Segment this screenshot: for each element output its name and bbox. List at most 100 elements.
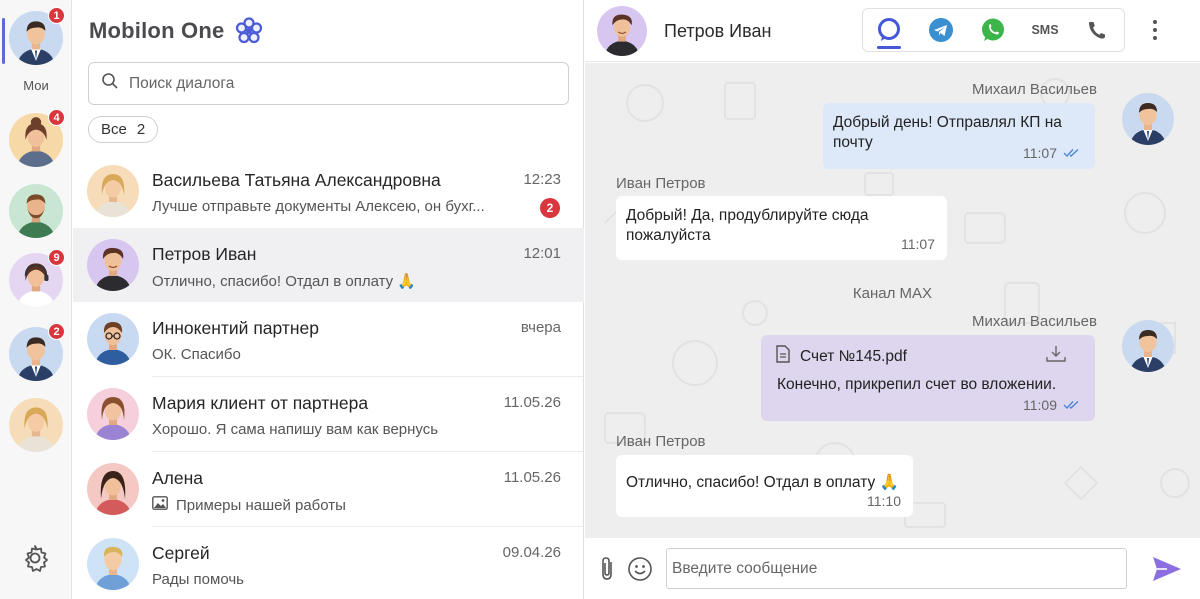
blond-man-avatar — [87, 538, 139, 590]
message-text: Добрый день! Отправлял КП на — [833, 114, 1062, 131]
brand-title: Mobilon One — [89, 18, 225, 43]
rail-account-3[interactable] — [9, 184, 63, 238]
search-box[interactable] — [88, 62, 569, 105]
ivan-avatar[interactable] — [597, 6, 647, 56]
download-icon[interactable] — [1045, 345, 1067, 369]
chat-panel: Петров Иван SMS Михаил Васильев Добрый д… — [585, 0, 1200, 599]
dialog-preview: ОК. Спасибо — [152, 346, 241, 363]
flower-logo-icon — [234, 16, 264, 46]
dialog-list-panel: Mobilon One Все 2 Васильева Татьяна Алек… — [73, 0, 584, 599]
message-time: 11:09 — [1023, 397, 1057, 413]
woman-avatar — [87, 388, 139, 440]
woman-dark-hair-avatar — [87, 463, 139, 515]
gear-icon[interactable] — [20, 543, 50, 573]
dialog-time: 09.04.26 — [502, 544, 561, 561]
telegram-icon[interactable] — [915, 9, 967, 51]
active-indicator — [2, 18, 5, 64]
brand: Mobilon One — [89, 16, 264, 46]
phone-icon[interactable] — [1071, 9, 1123, 51]
dialog-preview: Отлично, спасибо! Отдал в оплату 🙏 — [152, 273, 417, 290]
dialog-name: Васильева Татьяна Александровна — [152, 170, 441, 190]
blonde-woman-avatar — [9, 398, 63, 452]
max-icon[interactable] — [863, 9, 915, 51]
incoming-message[interactable]: Добрый! Да, продублируйте сюда пожалуйст… — [616, 196, 947, 260]
double-check-icon — [1063, 143, 1083, 163]
filter-label: Все — [101, 121, 127, 138]
man-glasses-avatar — [87, 313, 139, 365]
ivan-avatar — [87, 239, 139, 291]
unread-badge: 9 — [48, 249, 65, 266]
emoji-icon[interactable] — [627, 556, 653, 582]
rail-account-6[interactable] — [9, 398, 63, 452]
channel-note: Канал MAX — [852, 285, 933, 302]
dialog-item-vasilieva[interactable]: Васильева Татьяна Александровна 12:23 Лу… — [73, 154, 584, 228]
search-input[interactable] — [129, 74, 549, 93]
message-composer — [585, 538, 1200, 599]
dialog-item-petrov[interactable]: Петров Иван 12:01 Отлично, спасибо! Отда… — [73, 228, 584, 302]
message-area: Михаил Васильев Добрый день! Отправлял К… — [585, 63, 1200, 538]
outgoing-file-message[interactable]: Счет №145.pdf Конечно, прикрепил счет во… — [761, 335, 1095, 421]
filter-all-chip[interactable]: Все 2 — [88, 116, 159, 143]
sms-channel[interactable]: SMS — [1019, 9, 1071, 51]
dialog-name: Иннокентий партнер — [152, 318, 320, 338]
dialog-name: Сергей — [152, 543, 210, 563]
dialog-preview: Хорошо. Я сама напишу вам как вернусь — [152, 421, 439, 438]
paperclip-icon[interactable] — [597, 556, 619, 582]
mikhail-avatar — [1122, 320, 1174, 372]
dialog-item-innokentiy[interactable]: Иннокентий партнер вчера ОК. Спасибо — [73, 302, 584, 376]
dialog-time: 11.05.26 — [503, 469, 561, 486]
dialog-time: 11.05.26 — [503, 394, 561, 411]
message-time: 11:07 — [1023, 145, 1057, 161]
chat-header: Петров Иван SMS — [585, 0, 1200, 62]
message-time: 11:07 — [901, 236, 935, 252]
message-input[interactable] — [666, 548, 1127, 589]
unread-badge: 2 — [48, 323, 65, 340]
rail-account-4[interactable]: 9 — [9, 249, 65, 307]
message-sender: Иван Петров — [616, 175, 706, 192]
dialog-name: Петров Иван — [152, 244, 257, 264]
message-sender: Михаил Васильев — [972, 81, 1097, 98]
send-icon[interactable] — [1151, 555, 1183, 583]
file-attachment[interactable]: Счет №145.pdf — [776, 345, 1085, 369]
rail-account-5[interactable]: 2 — [9, 323, 65, 381]
message-time: 11:10 — [867, 493, 901, 509]
dialog-name: Мария клиент от партнера — [152, 393, 369, 413]
filter-count: 2 — [136, 121, 146, 138]
chat-title: Петров Иван — [664, 21, 772, 41]
dialog-preview: Лучше отправьте документы Алексею, он бу… — [152, 198, 485, 215]
dialog-item-sergey[interactable]: Сергей 09.04.26 Рады помочь — [73, 527, 584, 599]
unread-badge: 4 — [48, 109, 65, 126]
message-sender: Иван Петров — [616, 433, 706, 450]
dialog-item-alena[interactable]: Алена 11.05.26 Примеры нашей работы — [73, 452, 584, 526]
dialog-preview: Рады помочь — [152, 571, 244, 588]
dialog-preview: Примеры нашей работы — [152, 496, 346, 514]
mikhail-avatar — [1122, 93, 1174, 145]
bearded-man-avatar — [9, 184, 63, 238]
dialog-name: Алена — [152, 468, 204, 488]
message-meta: 11:09 — [1023, 395, 1083, 415]
unread-badge: 1 — [48, 7, 65, 24]
channel-switcher: SMS — [862, 8, 1125, 52]
message-text: пожалуйста — [626, 227, 711, 244]
rail-account-2[interactable]: 4 — [9, 109, 65, 167]
dialog-time: 12:01 — [523, 245, 561, 262]
more-options-icon[interactable] — [1145, 15, 1165, 45]
message-text: Отлично, спасибо! Отдал в оплату 🙏 — [626, 474, 899, 491]
rail-label-mine: Мои — [23, 78, 49, 93]
search-icon — [101, 72, 119, 95]
incoming-message[interactable]: Отлично, спасибо! Отдал в оплату 🙏 11:10 — [616, 455, 913, 517]
whatsapp-icon[interactable] — [967, 9, 1019, 51]
message-meta: 11:10 — [867, 491, 901, 511]
outgoing-message[interactable]: Добрый день! Отправлял КП на почту 11:07 — [823, 103, 1095, 169]
message-text: Добрый! Да, продублируйте сюда — [626, 207, 869, 224]
message-meta: 11:07 — [1023, 143, 1083, 163]
accounts-rail: 1 Мои 4 9 2 — [0, 0, 72, 599]
rail-account-mine[interactable]: 1 — [9, 7, 65, 65]
unread-badge: 2 — [540, 198, 560, 218]
dialog-time: вчера — [520, 319, 561, 336]
blonde-woman-avatar — [87, 165, 139, 217]
message-text: Конечно, прикрепил счет во вложении. — [777, 376, 1057, 393]
dialog-item-maria[interactable]: Мария клиент от партнера 11.05.26 Хорошо… — [73, 377, 584, 451]
dialog-time: 12:23 — [523, 171, 561, 188]
double-check-icon — [1063, 395, 1083, 415]
